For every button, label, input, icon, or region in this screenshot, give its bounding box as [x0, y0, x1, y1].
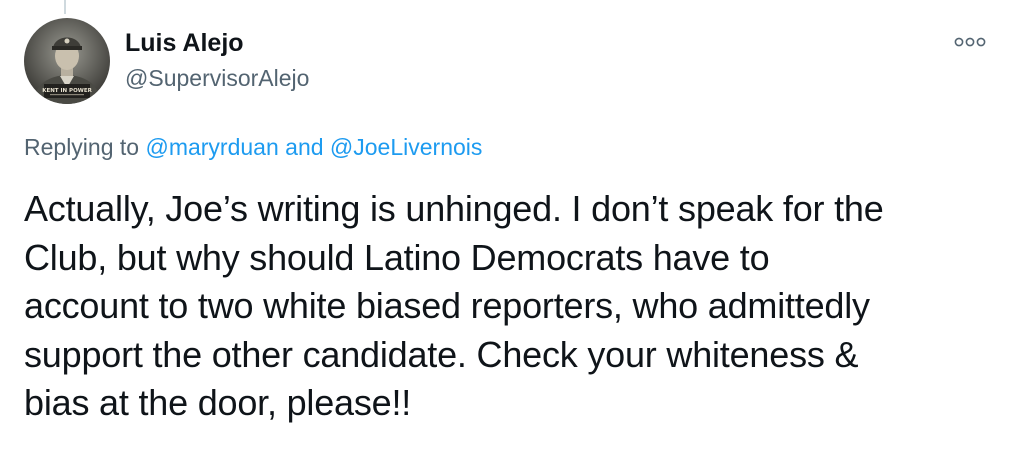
- portrait-photo-icon: KENT IN POWER: [24, 18, 110, 104]
- more-options-icon: [954, 37, 986, 47]
- tweet-body-line: account to two white biased reporters, w…: [24, 285, 870, 326]
- replying-conjunction: and: [285, 134, 324, 160]
- tweet-author: Luis Alejo @SupervisorAlejo: [125, 28, 309, 93]
- mention-link-joelivernois[interactable]: @JoeLivernois: [330, 134, 482, 160]
- thread-connector-line: [64, 0, 66, 14]
- tweet-body-line: support the other candidate. Check your …: [24, 333, 859, 375]
- avatar[interactable]: KENT IN POWER: [24, 18, 110, 104]
- more-options-button[interactable]: [950, 30, 994, 54]
- tweet-body: Actually, Joe’s writing is unhinged. I d…: [24, 185, 999, 428]
- mention-link-maryrduan[interactable]: @maryrduan: [145, 134, 278, 160]
- author-display-name[interactable]: Luis Alejo: [125, 28, 309, 58]
- avatar-caption: KENT IN POWER: [42, 88, 92, 94]
- replying-to-line: Replying to @maryrduan and @JoeLivernois: [24, 132, 482, 162]
- tweet-body-line: bias at the door, please!!: [24, 382, 412, 423]
- tweet-body-line: Club, but why should Latino Democrats ha…: [24, 236, 770, 278]
- replying-to-label: Replying to: [24, 134, 140, 160]
- author-handle[interactable]: @SupervisorAlejo: [125, 63, 309, 93]
- tweet-body-line: Actually, Joe’s writing is unhinged. I d…: [24, 188, 884, 229]
